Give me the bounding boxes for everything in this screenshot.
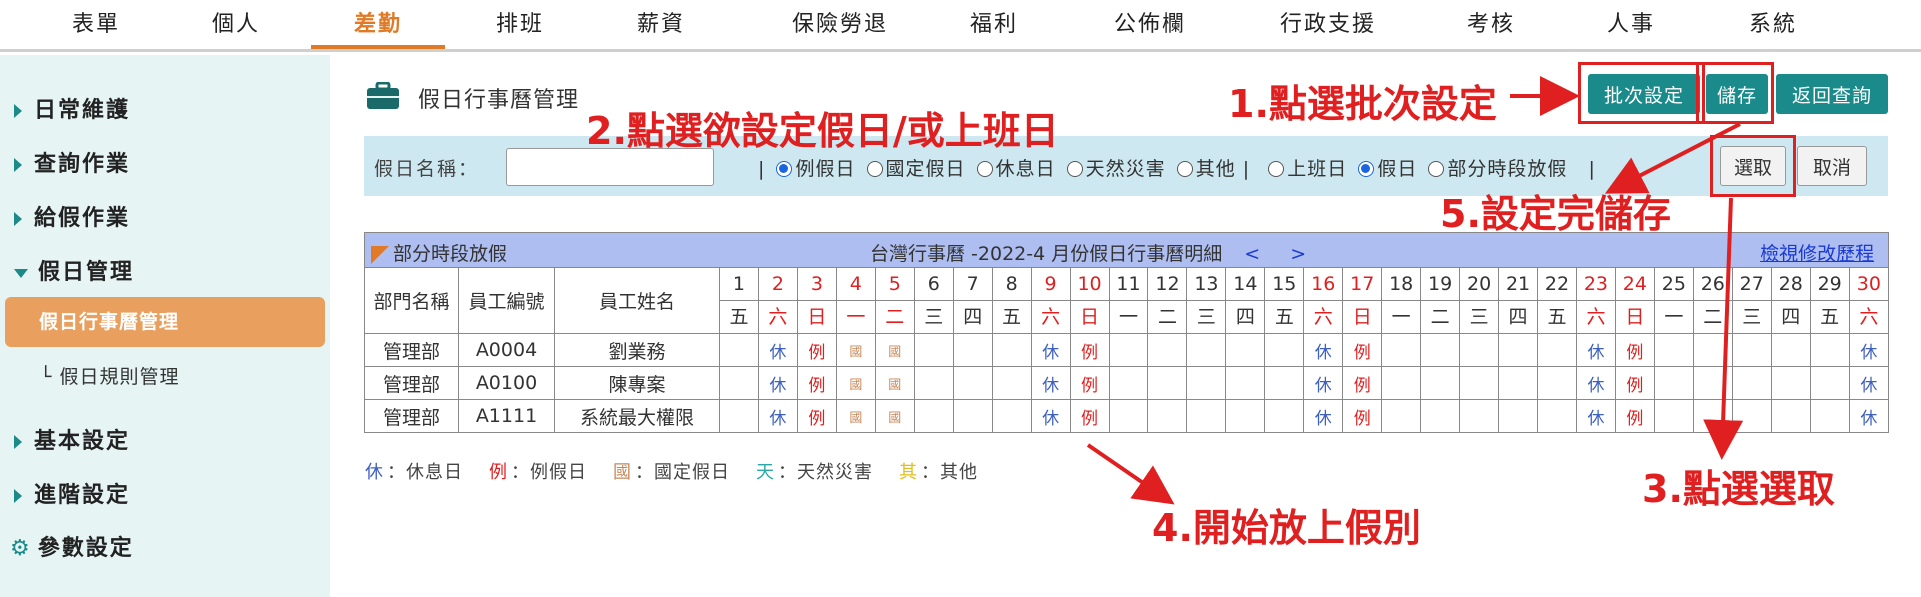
arrow-step5 <box>1604 122 1741 194</box>
arrow-step4 <box>1086 443 1175 505</box>
arrow-step3 <box>1703 197 1744 460</box>
annotation-arrows <box>1086 76 1744 505</box>
